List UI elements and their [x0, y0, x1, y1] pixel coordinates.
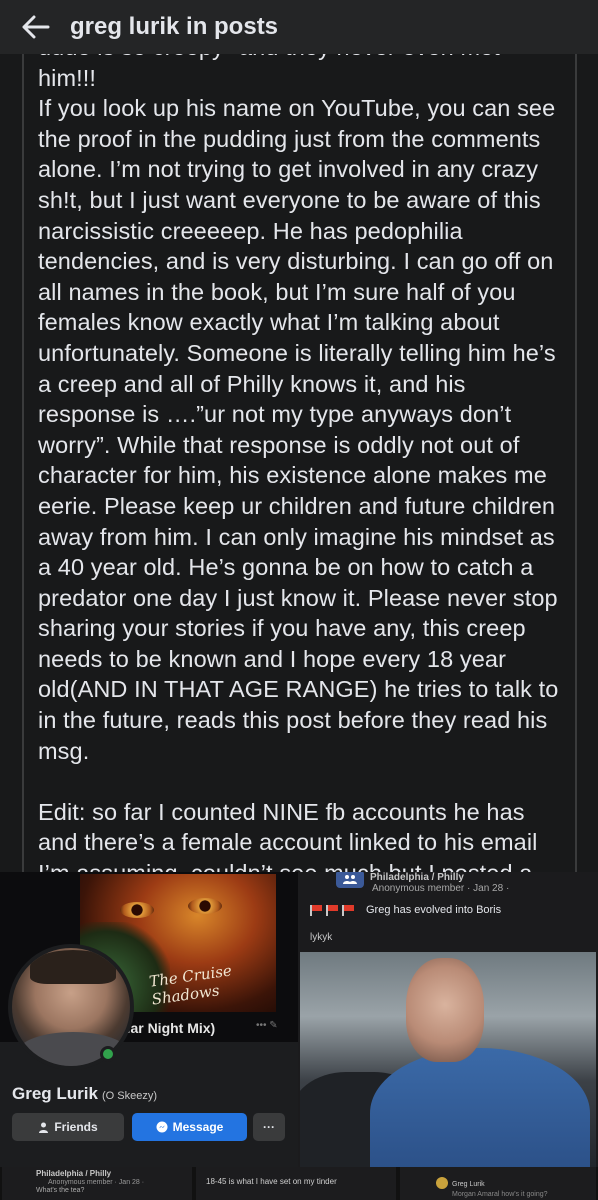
avatar — [436, 1177, 448, 1189]
back-button[interactable] — [16, 7, 56, 47]
strip-line: What's the tea? — [36, 1187, 85, 1194]
red-flag-icon — [310, 905, 322, 916]
message-label: Message — [172, 1120, 224, 1134]
message-button[interactable]: Message — [132, 1113, 247, 1141]
red-flag-icon — [326, 905, 338, 916]
messenger-icon — [156, 1121, 168, 1133]
red-flag-icon — [342, 905, 354, 916]
person-check-icon — [39, 1122, 49, 1133]
group-name: Philadelphia / Philly — [370, 872, 464, 883]
top-bar: greg lurik in posts — [0, 0, 598, 54]
bottom-screenshots-strip: Philadelphia / Philly Anonymous member ·… — [0, 1167, 598, 1200]
online-status-dot — [100, 1046, 116, 1062]
group-avatar — [336, 872, 364, 888]
attached-screenshots[interactable]: The Cruise Shadows olar Night Mix) ••• ✎… — [0, 872, 598, 1200]
strip-card-tinder: 18-45 is what I have set on my tinder — [196, 1167, 396, 1200]
group-post-title: Greg has evolved into Boris — [366, 904, 502, 916]
friends-button[interactable]: Friends — [12, 1113, 124, 1141]
post-text: dude is so creepy" and they never even m… — [38, 54, 559, 872]
profile-nickname: (O Skeezy) — [101, 1090, 157, 1102]
flag-emojis — [310, 905, 354, 916]
strip-meta: Anonymous member · Jan 28 · — [48, 1179, 145, 1186]
group-icon — [343, 875, 357, 884]
strip-card-group-post: Philadelphia / Philly Anonymous member ·… — [2, 1167, 192, 1200]
cover-edit-icon: ••• ✎ — [256, 1020, 278, 1031]
profile-name: Greg Lurik (O Skeezy) — [12, 1084, 157, 1104]
album-subtitle: olar Night Mix) — [118, 1020, 216, 1036]
post-meta: Anonymous member · Jan 28 · — [372, 883, 510, 894]
page-title: greg lurik in posts — [70, 13, 279, 40]
arrow-left-icon — [22, 15, 50, 39]
selfie-photo[interactable] — [300, 952, 596, 1167]
group-post-screenshot: Philadelphia / Philly Anonymous member ·… — [298, 872, 598, 1167]
strip-group-name: Philadelphia / Philly — [36, 1169, 112, 1178]
profile-screenshot: The Cruise Shadows olar Night Mix) ••• ✎… — [0, 872, 298, 1167]
strip-comment-name: Greg Lurik — [452, 1181, 485, 1188]
strip-tinder-line: 18-45 is what I have set on my tinder — [206, 1177, 337, 1186]
strip-card-comment: Greg Lurik Morgan Amaral how's it going? — [400, 1167, 596, 1200]
group-post-subtext: lykyk — [310, 932, 333, 943]
post-body: dude is so creepy" and they never even m… — [22, 54, 577, 872]
friends-label: Friends — [54, 1120, 98, 1134]
strip-comment-line: Morgan Amaral how's it going? — [452, 1191, 548, 1198]
more-options-button[interactable]: ··· — [253, 1113, 285, 1141]
profile-name-text: Greg Lurik — [12, 1084, 98, 1103]
